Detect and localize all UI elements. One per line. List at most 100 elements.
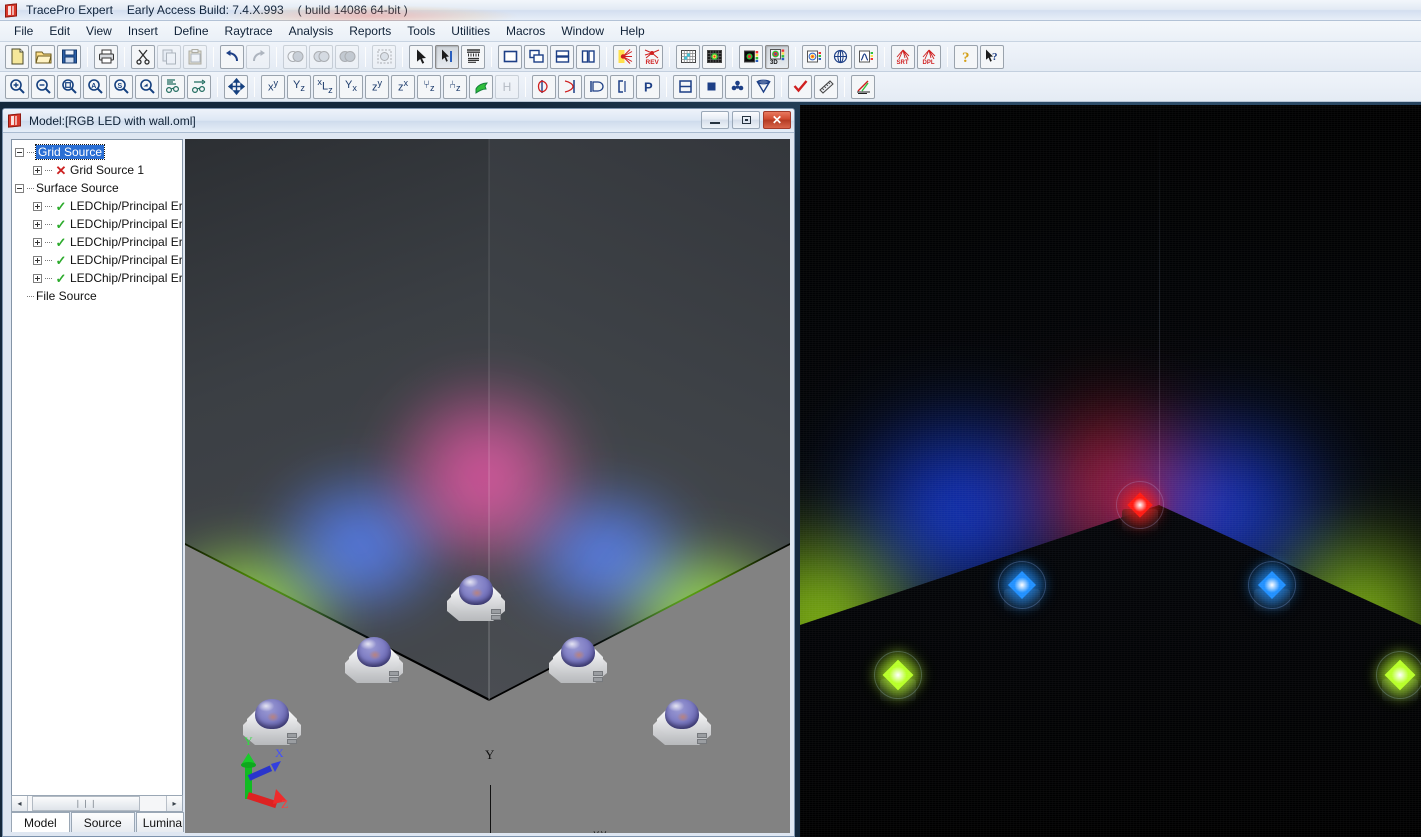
- window-tile-horizontal-icon[interactable]: [550, 44, 574, 69]
- menu-raytrace[interactable]: Raytrace: [217, 22, 281, 40]
- menu-window[interactable]: Window: [553, 22, 612, 40]
- measure-ruler-icon[interactable]: [814, 74, 838, 99]
- tree-node[interactable]: ✓ LEDChip/Principal Er: [15, 215, 182, 233]
- candela-plot-icon[interactable]: [739, 44, 763, 69]
- model-3d-viewport[interactable]: Y ˅˅: [185, 139, 790, 833]
- home-view-icon[interactable]: H: [495, 74, 519, 99]
- tree-node[interactable]: File Source: [15, 287, 182, 305]
- menu-define[interactable]: Define: [166, 22, 217, 40]
- profile-view-icon[interactable]: [161, 74, 185, 99]
- polar-candela-icon[interactable]: [802, 44, 826, 69]
- menu-analysis[interactable]: Analysis: [281, 22, 342, 40]
- restore-button[interactable]: [732, 111, 760, 129]
- polarization-icon[interactable]: P: [636, 74, 660, 99]
- context-help-icon[interactable]: ?: [980, 44, 1004, 69]
- irradiance-color-map-icon[interactable]: [702, 44, 726, 69]
- tree-expand-icon[interactable]: [33, 201, 42, 211]
- window-single-icon[interactable]: [498, 44, 522, 69]
- render-silhouette-icon[interactable]: [469, 74, 493, 99]
- menu-view[interactable]: View: [78, 22, 120, 40]
- menu-macros[interactable]: Macros: [498, 22, 553, 40]
- print-icon[interactable]: [94, 44, 118, 69]
- tab-luminance[interactable]: Luminar: [135, 812, 184, 832]
- scroll-right-arrow[interactable]: ▸: [166, 796, 182, 811]
- irradiance-3d-map-icon[interactable]: 3D: [765, 44, 789, 69]
- paste-icon[interactable]: [183, 44, 207, 69]
- scroll-thumb[interactable]: ❘❘❘: [32, 796, 140, 811]
- solid-model-icon[interactable]: [673, 74, 697, 99]
- view-yx-icon[interactable]: Yx: [339, 74, 363, 99]
- tree-node[interactable]: Grid Source: [15, 143, 182, 161]
- profile-plot-icon[interactable]: [854, 44, 878, 69]
- zoom-previous-icon[interactable]: [135, 74, 159, 99]
- close-button[interactable]: ✕: [763, 111, 791, 129]
- aperture-icon[interactable]: [610, 74, 634, 99]
- tree-expand-icon[interactable]: [33, 165, 42, 175]
- mesh-model-icon[interactable]: [725, 74, 749, 99]
- cut-scissors-icon[interactable]: [131, 44, 155, 69]
- copy-icon[interactable]: [157, 44, 181, 69]
- menu-file[interactable]: File: [6, 22, 41, 40]
- led-right-front[interactable]: [653, 699, 711, 747]
- ray-sort-icon[interactable]: [558, 74, 582, 99]
- raytrace-reverse-icon[interactable]: REV: [639, 44, 663, 69]
- redo-arrow-icon[interactable]: [246, 44, 270, 69]
- 3d-polar-icon[interactable]: [828, 44, 852, 69]
- led-center-back[interactable]: [447, 575, 505, 623]
- zoom-window-icon[interactable]: [57, 74, 81, 99]
- view-iso1-icon[interactable]: ⑂z: [417, 74, 441, 99]
- dpl-raytrace-icon[interactable]: DPL: [917, 44, 941, 69]
- tree-expand-icon[interactable]: [33, 255, 42, 265]
- source-tree-panel[interactable]: Grid Source ✕ Grid Source 1 Surface Source ✓…: [11, 139, 183, 803]
- zoom-all-icon[interactable]: A: [83, 74, 107, 99]
- pan-move-icon[interactable]: [224, 74, 248, 99]
- tab-model[interactable]: Model: [11, 812, 70, 832]
- zoom-in-icon[interactable]: [5, 74, 29, 99]
- flux-plot-icon[interactable]: [532, 74, 556, 99]
- view-zx-icon[interactable]: zx: [391, 74, 415, 99]
- object-properties-icon[interactable]: [372, 44, 396, 69]
- zoom-out-icon[interactable]: [31, 74, 55, 99]
- view-yz-icon[interactable]: Yz: [287, 74, 311, 99]
- tree-node[interactable]: ✓ LEDChip/Principal Er: [15, 233, 182, 251]
- menu-help[interactable]: Help: [612, 22, 653, 40]
- tree-collapse-icon[interactable]: [15, 183, 24, 193]
- tree-expand-icon[interactable]: [33, 237, 42, 247]
- view-zy-icon[interactable]: zy: [365, 74, 389, 99]
- surface-model-icon[interactable]: [699, 74, 723, 99]
- tree-node[interactable]: ✕ Grid Source 1: [15, 161, 182, 179]
- view-xy-icon[interactable]: xy: [261, 74, 285, 99]
- undo-arrow-icon[interactable]: [220, 44, 244, 69]
- zoom-selection-icon[interactable]: S: [109, 74, 133, 99]
- boolean-intersect-icon[interactable]: [309, 44, 333, 69]
- beam-icon[interactable]: [584, 74, 608, 99]
- boolean-subtract-icon[interactable]: [335, 44, 359, 69]
- tree-expand-icon[interactable]: [33, 273, 42, 283]
- irradiance-map-icon[interactable]: [676, 44, 700, 69]
- view-iso2-icon[interactable]: ⑃z: [443, 74, 467, 99]
- menu-insert[interactable]: Insert: [120, 22, 166, 40]
- tree-horizontal-scrollbar[interactable]: ◂ ❘❘❘ ▸: [11, 795, 183, 812]
- help-question-icon[interactable]: ?: [954, 44, 978, 69]
- save-disk-icon[interactable]: [57, 44, 81, 69]
- srt-raytrace-icon[interactable]: SRT: [891, 44, 915, 69]
- menu-reports[interactable]: Reports: [341, 22, 399, 40]
- window-tile-vertical-icon[interactable]: [576, 44, 600, 69]
- raytrace-forward-icon[interactable]: [613, 44, 637, 69]
- tree-collapse-icon[interactable]: [15, 147, 24, 157]
- scroll-left-arrow[interactable]: ◂: [12, 796, 28, 811]
- text-list-icon[interactable]: [461, 44, 485, 69]
- axes-display-icon[interactable]: [851, 74, 875, 99]
- open-folder-icon[interactable]: [31, 44, 55, 69]
- select-arrow-icon[interactable]: [409, 44, 433, 69]
- tree-node[interactable]: Surface Source: [15, 179, 182, 197]
- scroll-track[interactable]: ❘❘❘: [28, 796, 166, 811]
- led-left-mid[interactable]: [345, 637, 403, 685]
- new-file-icon[interactable]: [5, 44, 29, 69]
- menu-utilities[interactable]: Utilities: [443, 22, 498, 40]
- view-xz-icon[interactable]: xLz: [313, 74, 337, 99]
- apply-check-icon[interactable]: [788, 74, 812, 99]
- minimize-button[interactable]: [701, 111, 729, 129]
- boolean-union-icon[interactable]: [283, 44, 307, 69]
- tree-node[interactable]: ✓ LEDChip/Principal Er: [15, 269, 182, 287]
